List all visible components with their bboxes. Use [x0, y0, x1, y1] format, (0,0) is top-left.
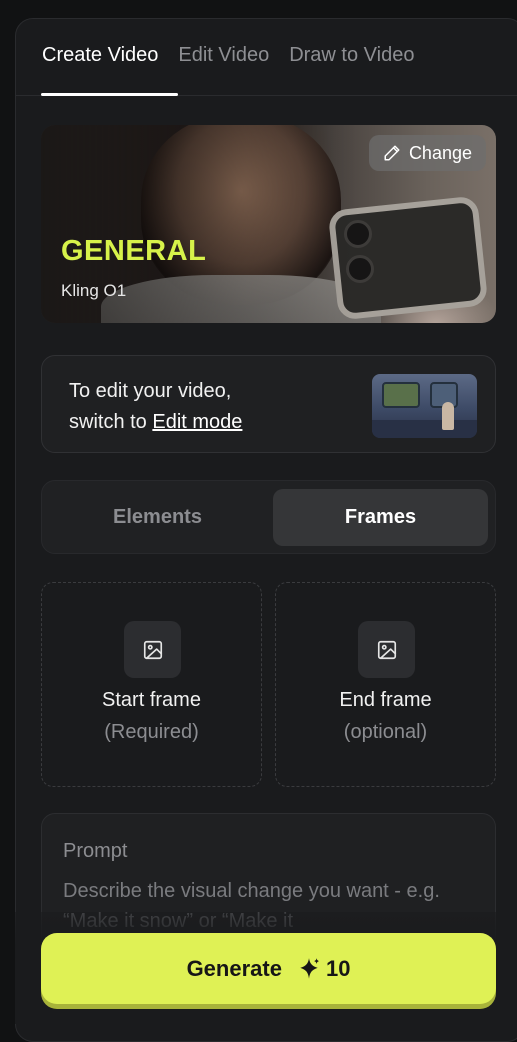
- start-frame-icon-wrap: [124, 621, 181, 678]
- tab-create-video[interactable]: Create Video: [42, 44, 158, 67]
- edit-notice-prefix: switch to: [69, 411, 153, 433]
- model-card[interactable]: Change GENERAL Kling O1: [41, 125, 496, 323]
- edit-mode-notice: To edit your video, switch to Edit mode: [41, 355, 496, 453]
- pencil-icon: [384, 145, 400, 161]
- generate-cost-value: 10: [325, 955, 351, 981]
- mode-tabs: Create Video Edit Video Draw to Video: [42, 44, 414, 67]
- start-frame-sublabel: (Required): [104, 721, 199, 743]
- end-frame-sublabel: (optional): [343, 721, 428, 743]
- model-name: GENERAL: [61, 235, 207, 267]
- change-model-button[interactable]: Change: [368, 135, 486, 171]
- tab-edit-video[interactable]: Edit Video: [178, 44, 269, 67]
- edit-mode-link[interactable]: Edit mode: [152, 411, 242, 433]
- image-icon: [143, 640, 162, 659]
- change-label: Change: [408, 142, 472, 163]
- image-icon: [377, 640, 396, 659]
- prompt-label: Prompt: [63, 840, 128, 862]
- elements-frames-toggle: Elements Frames: [41, 480, 496, 554]
- edit-notice-line2: switch to Edit mode: [69, 407, 242, 438]
- end-frame-upload[interactable]: End frame (optional): [275, 582, 496, 787]
- toggle-elements[interactable]: Elements: [50, 489, 265, 546]
- toggle-frames[interactable]: Frames: [273, 489, 488, 546]
- thumb-seat: [372, 420, 477, 438]
- edit-mode-thumbnail: [372, 374, 477, 438]
- end-frame-label: End frame: [339, 689, 432, 711]
- start-frame-upload[interactable]: Start frame (Required): [41, 582, 262, 787]
- generate-cost: 10: [296, 956, 350, 982]
- tab-draw-to-video[interactable]: Draw to Video: [289, 44, 414, 67]
- end-frame-icon-wrap: [358, 621, 415, 678]
- thumb-window: [382, 382, 420, 408]
- thumb-person: [442, 402, 454, 430]
- generate-label: Generate: [186, 955, 282, 981]
- edit-notice-text: To edit your video, switch to Edit mode: [69, 376, 242, 438]
- start-frame-label: Start frame: [102, 689, 201, 711]
- sparkle-icon: [300, 957, 320, 979]
- model-version: Kling O1: [61, 281, 127, 300]
- active-tab-indicator: [41, 93, 178, 96]
- generate-button[interactable]: Generate 10: [41, 933, 496, 1004]
- edit-notice-line1: To edit your video,: [69, 380, 232, 402]
